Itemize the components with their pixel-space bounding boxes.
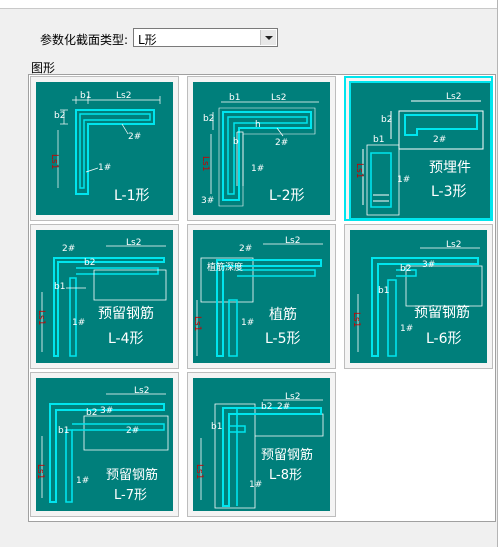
dim-ls1: Ls1	[354, 163, 364, 179]
dim-h: h	[255, 120, 261, 130]
l6-diagram: Ls2 b2 3# b1 1# Ls1 预留钢筋 L-6形	[350, 230, 487, 363]
rebar-1: 1#	[400, 324, 414, 334]
tile-note: 预留钢筋	[261, 448, 314, 463]
tile-l3[interactable]: Ls2 b2 b1 2# 1# Ls1 预埋件 L-3形	[344, 76, 493, 221]
l5-diagram: 植筋深度 2# Ls2 1# Ls1 植筋 L-5形	[193, 230, 330, 363]
rebar-3: 3#	[100, 406, 114, 416]
dim-ls1: Ls1	[194, 464, 204, 480]
tile-l1[interactable]: b1 Ls2 b2 2# 1# Ls1 L-1形	[30, 76, 179, 221]
dim-b2: b2	[261, 402, 273, 412]
rebar-2: 2#	[275, 138, 289, 148]
l2-diagram: b1 Ls2 b2 h b 2# 1# 3# Ls1 L-2形	[193, 82, 330, 215]
tile-caption: L-4形	[108, 331, 144, 347]
rebar-1: 1#	[241, 318, 255, 328]
dim-b1: b1	[229, 93, 241, 103]
rebar-2: 2#	[126, 426, 140, 436]
dim-ls2: Ls2	[285, 236, 301, 246]
rebar-1: 1#	[249, 480, 263, 490]
rebar-1: 1#	[251, 164, 265, 174]
tile-caption: L-1形	[114, 188, 150, 204]
rebar-1: 1#	[76, 476, 90, 486]
tile-l2[interactable]: b1 Ls2 b2 h b 2# 1# 3# Ls1 L-2形	[187, 76, 336, 221]
figure-panel: b1 Ls2 b2 2# 1# Ls1 L-1形 b1 Ls2 b2 h b 2…	[28, 74, 496, 522]
rebar-1: 1#	[397, 175, 411, 185]
dim-ls1: Ls1	[49, 154, 59, 170]
tile-note: 预留钢筋	[106, 468, 159, 483]
rebar-1: 1#	[72, 318, 86, 328]
dim-b1: b1	[54, 282, 66, 292]
dim-b1: b1	[373, 135, 385, 145]
tile-l5[interactable]: 植筋深度 2# Ls2 1# Ls1 植筋 L-5形	[187, 224, 336, 369]
dim-ls2: Ls2	[285, 392, 301, 402]
title-bar-fragment	[0, 0, 501, 9]
dim-ls1: Ls1	[200, 156, 210, 172]
dim-b2: b2	[86, 408, 98, 418]
dim-ls1: Ls1	[193, 316, 202, 332]
rebar-2: 2#	[128, 132, 142, 142]
l4-diagram: 2# Ls2 b2 b1 1# Ls1 预留钢筋 L-4形	[36, 230, 173, 363]
tile-note: 预埋件	[429, 160, 471, 176]
tile-note: 预留钢筋	[414, 305, 470, 321]
dim-ls2: Ls2	[126, 238, 142, 248]
tile-caption: L-5形	[265, 331, 301, 347]
dim-ls2: Ls2	[134, 386, 150, 396]
l7-diagram: Ls2 b2 3# b1 2# 1# Ls1 预留钢筋 L-7形	[36, 378, 173, 511]
section-type-value: L形	[138, 33, 157, 47]
dim-ls2: Ls2	[446, 240, 462, 250]
tile-l8[interactable]: Ls2 b2 2# b1 1# Ls1 预留钢筋 L-8形	[187, 372, 336, 517]
dim-ls2: Ls2	[446, 92, 462, 102]
l8-diagram: Ls2 b2 2# b1 1# Ls1 预留钢筋 L-8形	[193, 378, 330, 511]
dim-b1: b1	[58, 426, 70, 436]
l1-diagram: b1 Ls2 b2 2# 1# Ls1 L-1形	[36, 82, 173, 215]
l3-diagram: Ls2 b2 b1 2# 1# Ls1 预埋件 L-3形	[349, 81, 492, 220]
dim-b2: b2	[203, 114, 215, 124]
dim-ls2: Ls2	[116, 91, 132, 101]
rebar-1: 1#	[98, 163, 112, 173]
tile-caption: L-7形	[114, 488, 147, 503]
section-type-select[interactable]: L形	[133, 28, 278, 47]
dim-b2: b2	[381, 115, 393, 125]
dim-ls2: Ls2	[271, 93, 287, 103]
depth-label: 植筋深度	[207, 263, 244, 273]
dim-ls1: Ls1	[36, 310, 46, 326]
dim-b1: b1	[211, 422, 223, 432]
chevron-down-icon[interactable]	[260, 30, 276, 45]
rebar-2: 2#	[433, 135, 447, 145]
rebar-3: 3#	[201, 196, 215, 206]
section-type-label: 参数化截面类型:	[40, 33, 129, 47]
tile-caption: L-6形	[426, 331, 462, 347]
window-edge	[497, 0, 501, 547]
dim-b2: b2	[400, 264, 412, 274]
tile-l6[interactable]: Ls2 b2 3# b1 1# Ls1 预留钢筋 L-6形	[344, 224, 493, 369]
tile-caption: L-2形	[269, 188, 305, 204]
tile-note: 预留钢筋	[98, 306, 154, 322]
dim-b1: b1	[378, 286, 390, 296]
dim-b2: b2	[84, 258, 96, 268]
rebar-2: 2#	[62, 244, 76, 254]
dim-b2: b2	[54, 111, 66, 121]
tile-l4[interactable]: 2# Ls2 b2 b1 1# Ls1 预留钢筋 L-4形	[30, 224, 179, 369]
tile-caption: L-3形	[431, 184, 467, 200]
rebar-2: 2#	[239, 244, 253, 254]
dim-ls1: Ls1	[351, 312, 361, 328]
tile-l7[interactable]: Ls2 b2 3# b1 2# 1# Ls1 预留钢筋 L-7形	[30, 372, 179, 517]
tile-caption: L-8形	[269, 468, 302, 483]
dim-b: b	[233, 137, 239, 147]
dim-ls1: Ls1	[36, 464, 45, 480]
rebar-2: 2#	[277, 402, 291, 412]
rebar-3: 3#	[422, 260, 436, 270]
tile-note: 植筋	[269, 307, 297, 323]
dim-b1: b1	[80, 91, 92, 101]
